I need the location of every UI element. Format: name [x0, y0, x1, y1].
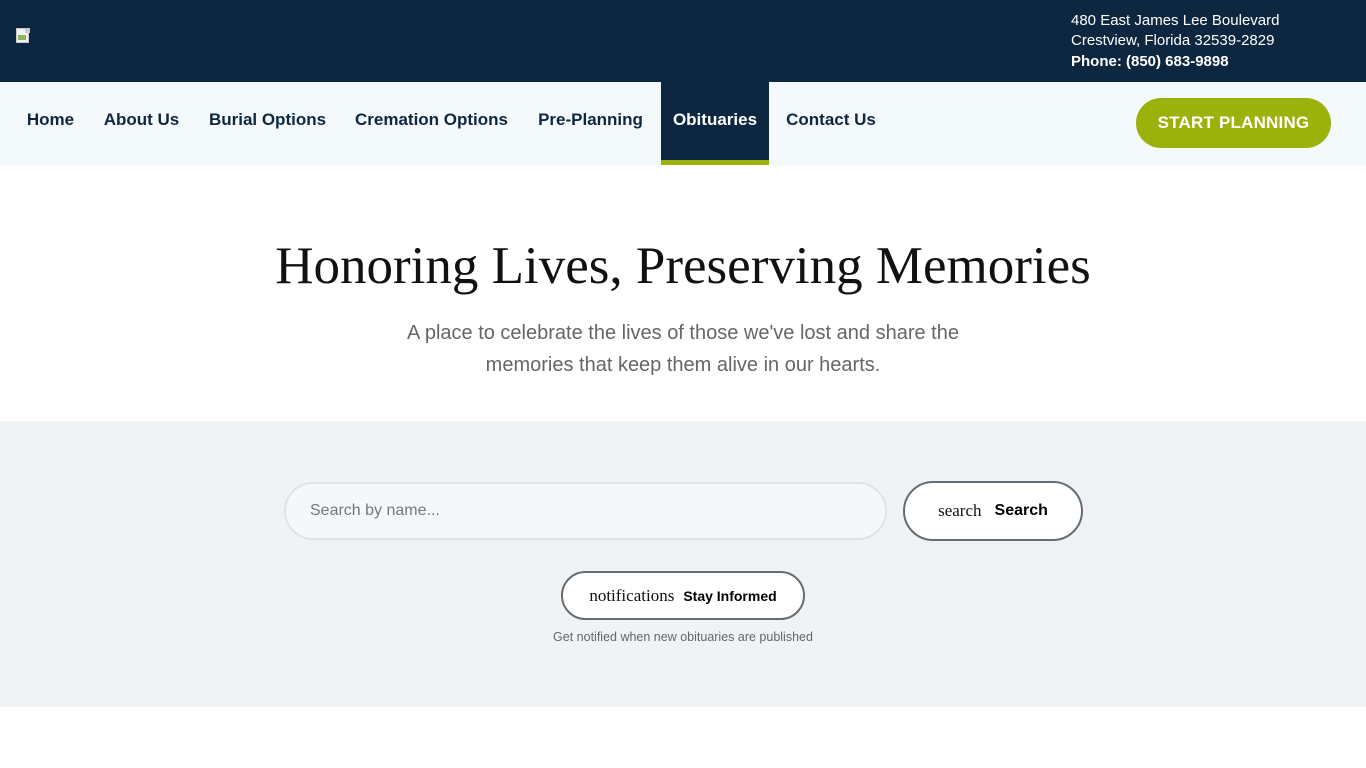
page-subtitle: A place to celebrate the lives of those …	[407, 322, 959, 376]
nav-home[interactable]: Home	[15, 82, 86, 160]
nav-obituaries[interactable]: Obituaries	[661, 82, 769, 165]
notify-note: Get notified when new obituaries are pub…	[553, 630, 813, 644]
page-title: Honoring Lives, Preserving Memories	[275, 237, 1091, 295]
nav-contact-us[interactable]: Contact Us	[775, 82, 887, 160]
search-icon: search	[938, 501, 982, 520]
search-button[interactable]: search Search	[903, 481, 1083, 541]
notifications-icon: notifications	[589, 585, 675, 605]
stay-informed-label: Stay Informed	[683, 587, 777, 604]
start-planning-button[interactable]: START PLANNING	[1136, 98, 1331, 148]
nav-about-us[interactable]: About Us	[92, 82, 191, 160]
nav-burial-options[interactable]: Burial Options	[197, 82, 338, 160]
phone-number[interactable]: Phone: (850) 683-9898	[1071, 52, 1279, 72]
nav-pre-planning[interactable]: Pre-Planning	[526, 82, 655, 160]
search-section	[0, 421, 1366, 707]
search-input[interactable]	[284, 482, 887, 540]
stay-informed-button[interactable]: notifications Stay Informed	[561, 571, 805, 620]
contact-info: 480 East James Lee Boulevard Crestview, …	[1071, 11, 1279, 72]
search-button-label: Search	[994, 502, 1048, 519]
top-header: 480 East James Lee Boulevard Crestview, …	[0, 0, 1366, 82]
address-line-1: 480 East James Lee Boulevard	[1071, 12, 1280, 29]
nav-cremation-options[interactable]: Cremation Options	[343, 82, 520, 160]
address-line-2: Crestview, Florida 32539-2829	[1071, 32, 1275, 49]
broken-logo-image-icon[interactable]	[15, 28, 31, 44]
